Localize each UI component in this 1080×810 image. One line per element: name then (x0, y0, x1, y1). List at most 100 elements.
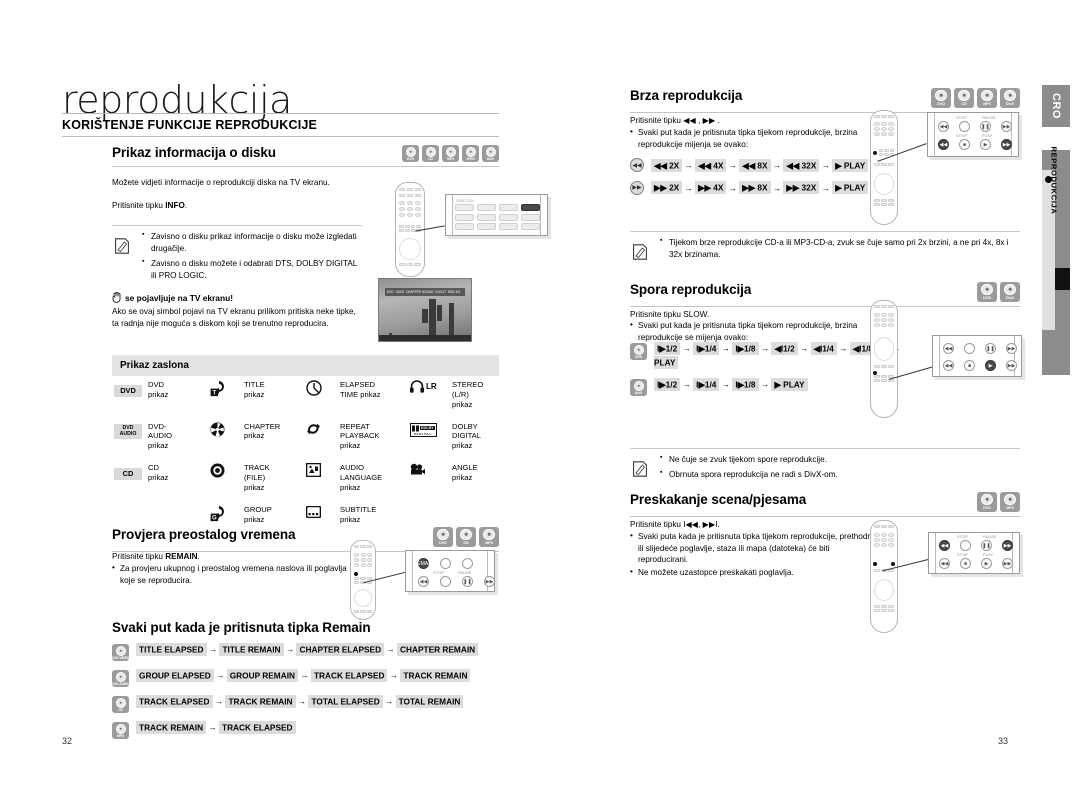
sequence-text: TRACK REMAIN → TRACK ELAPSED (136, 720, 296, 736)
page-number-right: 33 (998, 736, 1009, 746)
disc-glyph (1004, 283, 1016, 295)
chapter-title: reprodukcija (62, 78, 292, 122)
language-tab-label: CRO (1050, 93, 1062, 119)
list-item: Svaki put kada je pritisnuta tipka tijek… (630, 319, 875, 343)
callout-panel-slow: ◀◀ ❚❚ ▶▶ ◀◀ ■ ▶ ▶▶ (932, 335, 1022, 377)
press-suffix: . (184, 201, 188, 210)
note-content: Tijekom brze reprodukcije CD-a ili MP3-C… (630, 236, 1020, 261)
sequence-row-cd: CD TRACK ELAPSED → TRACK REMAIN → TOTAL … (112, 694, 502, 713)
step: GROUP ELAPSED (136, 668, 214, 682)
illustration-remote-skip: STOP PAUSE ◀◀ ❚❚ ▶▶ STOP PLAY ◀◀ ■ ▶ ▶▶ (870, 520, 1020, 633)
next-button: ▶▶ (1001, 121, 1012, 132)
step: I▶1/8 (732, 341, 759, 355)
step: ◀I1/4 (810, 341, 837, 355)
heading-divider (630, 306, 1020, 307)
cell-icon-chapter (208, 418, 242, 460)
hand-prohibit-icon (112, 292, 121, 303)
sequence-text: I▶1/2 → I▶1/4 → I▶1/8 → ▶ PLAY (654, 377, 808, 393)
chapter-tab-marker (1055, 268, 1070, 290)
stop-button (440, 576, 451, 587)
illustration-remote-fast: STOP PAUSE ◀◀ ❚❚ ▶▶ STOP PLAY ◀◀ ■ ▶ ▶▶ (870, 110, 1019, 225)
note-divider (630, 231, 1020, 232)
play-button: ▶ (980, 139, 991, 150)
title-icon: T (210, 381, 225, 396)
prev-button: ◀◀ (938, 121, 949, 132)
next-button: ▶▶ (484, 576, 495, 587)
disc-glyph (485, 146, 496, 157)
disc-badge-cd: CD (112, 696, 129, 713)
disc-badge-mp3: MP3 (442, 145, 459, 162)
step: ◀◀ 32X (783, 158, 820, 172)
disc-badges-slow: DVD DivX (977, 282, 1020, 302)
disc-badges-remaining: DVD CD MP3 (433, 527, 499, 547)
svg-text:G: G (212, 515, 217, 521)
sequence-text: TITLE ELAPSED → TITLE REMAIN → CHAPTER E… (136, 642, 479, 658)
disc-badge-dvd: DVD (630, 343, 647, 360)
stop-button (960, 540, 971, 551)
disc-glyph (981, 89, 993, 101)
note-list: Tijekom brze reprodukcije CD-a ili MP3-C… (660, 236, 1020, 261)
list-item: Za provjeru ukupnog i preostalog vremena… (112, 562, 347, 586)
cell-label: STEREO (L/R) prikaz (452, 380, 484, 409)
cell-icon-elapsed (304, 376, 338, 418)
osd-panel-title: Prikaz zaslona (112, 355, 499, 376)
list-item: Ne možete uzastopce preskakati poglavlja… (630, 566, 880, 579)
step: ▶▶ 8X (739, 181, 771, 195)
disc-glyph (115, 645, 126, 656)
list-item: Svaki puta kada je pritisnuta tipka tije… (630, 530, 880, 566)
forward-button-icon: ▶▶ (630, 180, 644, 195)
press-suffix: . (197, 552, 200, 561)
section-heading: KORIŠTENJE FUNKCIJE REPRODUKCIJE (62, 118, 318, 132)
section-divider (62, 136, 499, 137)
step: ◀◀ 2X (651, 158, 683, 172)
disc-badge-divx: DivX (630, 379, 647, 397)
sequence-row-mp3: MP3 TRACK REMAIN → TRACK ELAPSED (112, 720, 502, 739)
heading-disc-info: Prikaz informacija o disku (112, 145, 276, 160)
note-content: Zavisno o disku prikaz informacije o dis… (112, 230, 362, 282)
dolby-double-d-icon (412, 425, 419, 432)
step: TOTAL ELAPSED (308, 694, 383, 708)
cell-label: ANGLE prikaz (452, 463, 478, 483)
step: TOTAL REMAIN (395, 694, 464, 708)
step: I▶1/2 (654, 377, 681, 391)
pause-button: ❚❚ (980, 121, 991, 132)
play-label: PLAY (983, 553, 994, 557)
stop-label: STOP (957, 535, 969, 539)
step: I▶1/8 (732, 377, 759, 391)
cell-icon-track (208, 459, 242, 501)
disc-info-press: Pritisnite tipku INFO. (112, 200, 362, 212)
step: ▶▶ 32X (783, 181, 820, 195)
chapter-disc-icon (210, 422, 225, 437)
note-item: Ne čuje se zvuk tijekom spore reprodukci… (660, 453, 1020, 466)
title-divider (62, 113, 499, 114)
disc-badge-dvd: DVD (402, 145, 419, 162)
unlabeled-button (462, 558, 473, 569)
step: TRACK ELAPSED (310, 668, 388, 682)
osd-table-block: Prikaz zaslona DVD DVD prikaz T TITLE prik… (112, 355, 499, 535)
callout-panel-skip: STOP PAUSE ◀◀ ❚❚ ▶▶ STOP PLAY ◀◀ ■ ▶ ▶▶ (928, 532, 1020, 574)
disc-badge-mp3: MP3 (1000, 492, 1020, 512)
osd-item: 0:00:27 (435, 290, 446, 294)
step: TITLE ELAPSED (136, 642, 207, 656)
remaining-bullets: Za provjeru ukupnog i preostalog vremena… (112, 562, 347, 587)
step: ◀I1/2 (771, 341, 798, 355)
cell-icon-dvd-audio-tag: DVD AUDIO (112, 418, 146, 460)
sequence-row-dvd-audio: DVD-AUDIO GROUP ELAPSED → GROUP REMAIN →… (111, 668, 502, 687)
cell-icon-dolby: DOLBY DIGITAL (408, 418, 450, 460)
note-block-disc-info: Zavisno o disku prikaz informacije o dis… (112, 225, 362, 285)
disc-glyph (935, 89, 947, 101)
sequence-text: ▶▶ 2X → ▶▶ 4X → ▶▶ 8X → ▶▶ 32X → ▶ PLAY (651, 181, 869, 197)
disc-badge-cd: CD (422, 145, 439, 162)
disc-glyph (445, 146, 456, 157)
rewind-button: ◀◀ (938, 139, 949, 150)
sequence-text: TRACK ELAPSED → TRACK REMAIN → TOTAL ELA… (136, 694, 464, 710)
step: ▶ PLAY (832, 181, 869, 195)
note-item: Zavisno o disku prikaz informacije o dis… (142, 230, 362, 255)
cell-icon-angle (408, 459, 450, 501)
press-key: INFO (165, 201, 185, 210)
disc-glyph (115, 723, 126, 734)
cell-label: DOLBY DIGITAL prikaz (452, 421, 481, 451)
disc-glyph (981, 283, 993, 295)
left-page: reprodukcija KORIŠTENJE FUNKCIJE REPRODU… (0, 0, 548, 810)
disc-badge-cd: CD (456, 527, 476, 547)
